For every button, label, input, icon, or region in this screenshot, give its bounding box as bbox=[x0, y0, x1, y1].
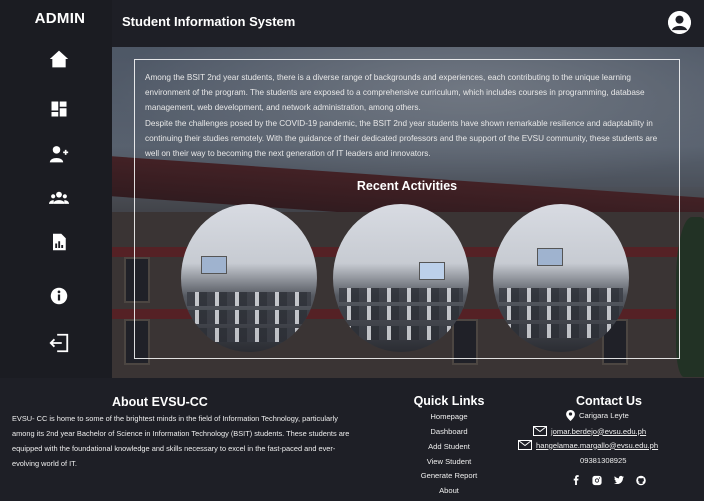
about-text: EVSU- CC is home to some of the brightes… bbox=[12, 414, 350, 468]
activities-title: Recent Activities bbox=[356, 179, 458, 193]
phone-text: 09381308925 bbox=[580, 456, 627, 465]
info-paragraph: Despite the challenges posed by the COVI… bbox=[145, 118, 658, 159]
photo-row bbox=[339, 288, 463, 302]
photo-row bbox=[499, 306, 623, 320]
contact-email-1: jomar.berdejo@evsu.edu.ph bbox=[533, 426, 646, 436]
quick-link-view-student[interactable]: View Student bbox=[399, 457, 499, 466]
brand-label: ADMIN bbox=[34, 10, 86, 27]
instagram-icon[interactable] bbox=[592, 475, 602, 485]
github-icon[interactable] bbox=[636, 475, 646, 485]
photo-board bbox=[537, 248, 563, 266]
location-text: Carigara Leyte bbox=[579, 411, 629, 420]
location-pin-icon bbox=[566, 410, 575, 421]
sidebar: ADMIN bbox=[0, 0, 112, 378]
about-title: About EVSU-CC bbox=[112, 395, 208, 409]
home-icon[interactable] bbox=[44, 44, 74, 74]
mail-icon bbox=[533, 426, 547, 436]
users-icon[interactable] bbox=[44, 183, 74, 213]
activity-photo bbox=[333, 204, 469, 352]
email-link-2[interactable]: hangelamae.margallo@evsu.edu.ph bbox=[536, 441, 658, 450]
quick-link-about[interactable]: About bbox=[399, 486, 499, 495]
dashboard-icon[interactable] bbox=[44, 94, 74, 124]
quick-link-homepage[interactable]: Homepage bbox=[399, 412, 499, 421]
email-link-1[interactable]: jomar.berdejo@evsu.edu.ph bbox=[551, 427, 646, 436]
info-paragraph: Among the BSIT 2nd year students, there … bbox=[145, 73, 645, 113]
quick-link-add-student[interactable]: Add Student bbox=[399, 442, 499, 451]
quick-link-generate-report[interactable]: Generate Report bbox=[399, 471, 499, 480]
top-header: Student Information System bbox=[112, 0, 704, 47]
contact-title: Contact Us bbox=[576, 394, 642, 408]
activity-photo bbox=[493, 204, 629, 352]
hero-section: Among the BSIT 2nd year students, there … bbox=[112, 47, 704, 378]
quick-link-dashboard[interactable]: Dashboard bbox=[399, 427, 499, 436]
logout-icon[interactable] bbox=[44, 328, 74, 358]
report-icon[interactable] bbox=[44, 227, 74, 257]
account-circle-icon[interactable] bbox=[668, 11, 691, 34]
photo-row bbox=[339, 326, 463, 340]
facebook-icon[interactable] bbox=[571, 475, 581, 485]
contact-location: Carigara Leyte bbox=[566, 410, 629, 421]
photo-board bbox=[201, 256, 227, 274]
quick-links-title: Quick Links bbox=[413, 394, 485, 408]
info-text: Among the BSIT 2nd year students, there … bbox=[145, 70, 673, 161]
add-user-icon[interactable] bbox=[44, 139, 74, 169]
page-title: Student Information System bbox=[122, 14, 296, 29]
mail-icon bbox=[518, 440, 532, 450]
photo-row bbox=[187, 310, 311, 324]
activity-photo bbox=[181, 204, 317, 352]
photo-row bbox=[339, 306, 463, 320]
footer: About EVSU-CC EVSU- CC is home to some o… bbox=[0, 378, 704, 501]
contact-email-2: hangelamae.margallo@evsu.edu.ph bbox=[518, 440, 658, 450]
photo-row bbox=[499, 324, 623, 338]
photo-row bbox=[187, 292, 311, 306]
contact-phone: 09381308925 bbox=[580, 456, 626, 465]
photo-board bbox=[419, 262, 445, 280]
photo-row bbox=[187, 328, 311, 342]
info-icon[interactable] bbox=[44, 281, 74, 311]
twitter-icon[interactable] bbox=[614, 475, 624, 485]
info-box: Among the BSIT 2nd year students, there … bbox=[134, 59, 680, 359]
photo-row bbox=[499, 288, 623, 302]
